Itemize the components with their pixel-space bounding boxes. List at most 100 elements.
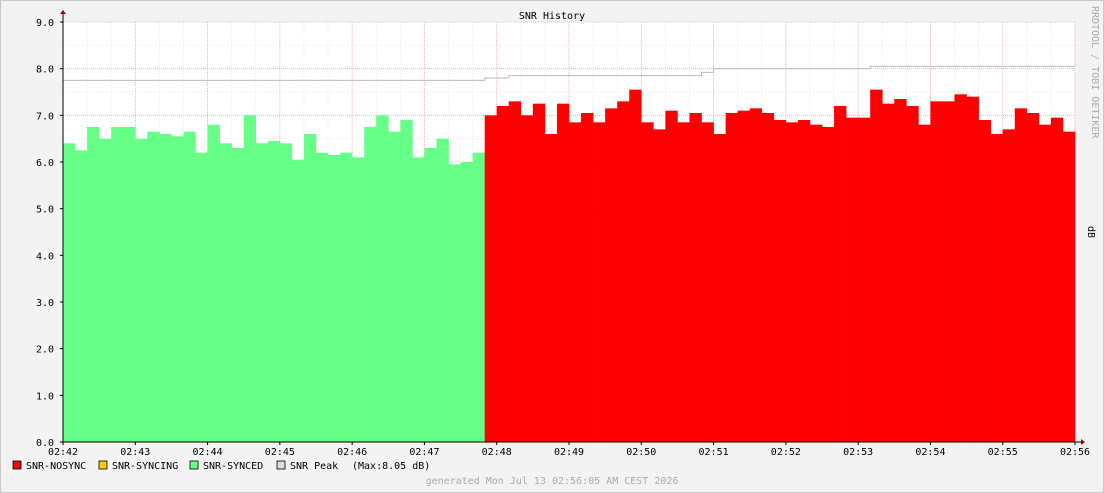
area-step	[822, 127, 835, 442]
legend-swatch	[276, 460, 286, 470]
area-step	[617, 101, 630, 442]
chart-title: SNR History	[519, 11, 585, 22]
area-step	[677, 122, 690, 442]
area-step	[1038, 124, 1052, 443]
area-step	[231, 148, 245, 442]
area-step	[653, 129, 666, 443]
area-step	[906, 106, 919, 442]
area-step	[665, 110, 678, 443]
legend-label: SNR-NOSYNC	[26, 461, 86, 472]
area-step	[87, 127, 100, 442]
x-tick-label: 02:46	[337, 447, 367, 458]
area-step	[291, 159, 305, 442]
y-tick-label: 4.0	[36, 251, 54, 262]
area-step	[508, 101, 522, 442]
area-step	[1026, 113, 1040, 442]
area-step	[834, 106, 847, 442]
y-tick-label: 9.0	[36, 18, 54, 29]
area-step	[978, 120, 991, 442]
area-step	[316, 152, 329, 442]
watermark: RRDTOOL / TOBI OETIKER	[1089, 6, 1100, 139]
area-step	[472, 152, 485, 442]
area-step	[785, 122, 799, 442]
area-step	[556, 103, 570, 443]
x-tick-label: 02:54	[915, 447, 945, 458]
area-step	[942, 101, 955, 442]
area-step	[400, 120, 413, 442]
area-step	[882, 103, 895, 443]
area-step	[569, 122, 582, 442]
area-step	[870, 89, 883, 443]
legend-label: SNR-SYNCING	[112, 461, 178, 472]
area-step	[629, 89, 642, 443]
y-tick-label: 1.0	[36, 391, 54, 402]
area-step	[340, 152, 353, 442]
area-step	[689, 113, 702, 442]
x-tick-label: 02:47	[409, 447, 439, 458]
area-step	[243, 115, 257, 442]
area-step	[328, 155, 341, 442]
series-areas	[63, 89, 1076, 443]
x-tick-label: 02:52	[771, 447, 801, 458]
x-tick-label: 02:53	[843, 447, 873, 458]
area-step	[593, 122, 606, 442]
area-step	[147, 131, 160, 442]
area-step	[424, 148, 437, 442]
area-step	[701, 122, 714, 442]
area-step	[713, 134, 726, 442]
area-step	[75, 150, 88, 443]
area-step	[460, 162, 473, 442]
x-tick-label: 02:49	[554, 447, 584, 458]
area-step	[352, 157, 365, 443]
area-step	[532, 103, 546, 443]
y-tick-label: 6.0	[36, 158, 54, 169]
area-step	[195, 152, 208, 442]
area-step	[966, 96, 979, 443]
x-tick-label: 02:51	[699, 447, 729, 458]
area-step	[388, 131, 401, 442]
legend-item: SNR Peak (Max:8.05 dB)	[276, 460, 430, 472]
area-step	[159, 134, 172, 442]
y-tick-label: 5.0	[36, 205, 54, 216]
snr-history-chart: 0.01.02.03.04.05.06.07.08.09.0 02:42 02:4…	[0, 0, 1104, 493]
x-tick-label: 02:56	[1060, 447, 1090, 458]
area-step	[123, 127, 136, 442]
legend-swatch	[98, 460, 108, 470]
area-step	[279, 143, 293, 443]
area-step	[797, 120, 811, 442]
area-step	[207, 124, 220, 443]
y-tick-label: 3.0	[36, 298, 54, 309]
area-step	[761, 113, 775, 442]
area-step	[581, 113, 594, 442]
area-step	[954, 94, 967, 442]
area-step	[171, 136, 184, 443]
area-step	[99, 138, 112, 442]
area-step	[63, 143, 76, 443]
area-step	[846, 117, 859, 443]
generated-timestamp: generated Mon Jul 13 02:56:05 AM CEST 20…	[426, 476, 679, 487]
y-tick-label: 8.0	[36, 65, 54, 76]
area-step	[737, 110, 751, 443]
area-step	[412, 157, 425, 443]
x-tick-labels: 02:42 02:43 02:44 02:45 02:46 02:47 02:48 02:49…	[48, 447, 1090, 458]
area-step	[484, 115, 498, 442]
series-snr-nosync	[484, 89, 1076, 443]
area-step	[773, 120, 787, 442]
y-tick-label: 2.0	[36, 345, 54, 356]
area-step	[303, 134, 317, 442]
area-step	[135, 138, 148, 442]
area-step	[255, 143, 269, 443]
chart-window: 0.0 1.0 2.0 3.0 4.0 5.0 6.0 7.0 8.0 9.0 02:42 02:4…	[0, 0, 1104, 493]
area-step	[1014, 108, 1028, 442]
y-axis-label: dB	[1085, 226, 1096, 238]
legend-note: (Max:8.05 dB)	[352, 461, 430, 472]
legend-swatch	[189, 460, 199, 470]
x-tick-label: 02:45	[265, 447, 295, 458]
legend-label: SNR Peak	[290, 461, 338, 472]
area-step	[267, 141, 281, 442]
area-step	[605, 108, 618, 442]
area-step	[1050, 117, 1064, 443]
x-tick-label: 02:43	[120, 447, 150, 458]
area-step	[918, 124, 931, 443]
legend-label: SNR-SYNCED	[203, 461, 263, 472]
